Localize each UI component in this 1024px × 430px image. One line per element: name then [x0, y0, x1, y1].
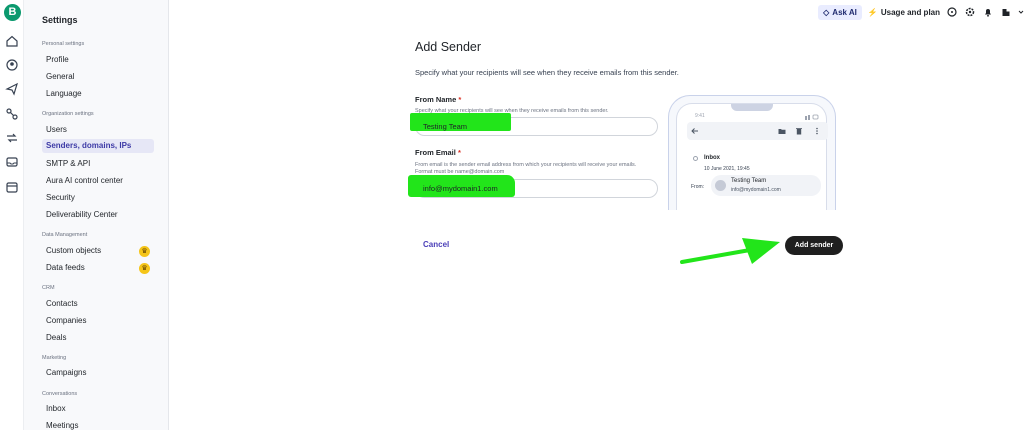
- sidebar-item-smtp-api[interactable]: SMTP & API: [42, 157, 154, 171]
- preview-date: 10 June 2021, 19:45: [704, 166, 750, 172]
- green-arrow-annotation: [680, 238, 780, 264]
- from-email-label: From Email *: [415, 148, 461, 157]
- brevo-logo[interactable]: B: [4, 4, 21, 21]
- sidebar-item-meetings[interactable]: Meetings: [42, 419, 154, 430]
- phone-notch: [731, 104, 773, 111]
- avatar: [715, 180, 726, 191]
- crown-icon: ♛: [139, 263, 150, 274]
- settings-sidebar: Settings Personal settings Profile Gener…: [24, 0, 169, 430]
- contacts-icon[interactable]: [5, 58, 19, 72]
- section-data-management: Data Management: [42, 232, 88, 238]
- section-conversations: Conversations: [42, 391, 78, 397]
- page-title: Add Sender: [415, 40, 482, 54]
- home-icon[interactable]: [5, 34, 19, 48]
- crown-icon: ♛: [139, 246, 150, 257]
- preview-sender-name: Testing Team: [731, 178, 767, 184]
- sidebar-item-inbox[interactable]: Inbox: [42, 402, 154, 416]
- phone-screen: 9:41 Inbox 10 June 2021, 19:45 From: Tes…: [676, 103, 828, 210]
- sparkle-icon: ◇: [823, 7, 830, 17]
- from-name-value: Testing Team: [423, 122, 468, 131]
- sidebar-item-label: Data feeds: [46, 263, 85, 272]
- sidebar-item-deals[interactable]: Deals: [42, 331, 154, 345]
- usage-label: Usage and plan: [880, 7, 940, 17]
- sidebar-item-deliverability[interactable]: Deliverability Center: [42, 208, 154, 222]
- usage-and-plan-button[interactable]: ⚡ Usage and plan: [868, 8, 940, 17]
- email-preview-phone: 9:41 Inbox 10 June 2021, 19:45 From: Tes…: [668, 95, 836, 210]
- phone-status-icons: [805, 113, 819, 121]
- from-name-label: From Name *: [415, 95, 462, 104]
- calendar-icon[interactable]: [5, 180, 19, 194]
- sidebar-item-general[interactable]: General: [42, 70, 154, 84]
- sidebar-title: Settings: [42, 15, 78, 25]
- activity-icon: ⚡: [867, 7, 878, 17]
- settings-icon[interactable]: [964, 6, 976, 18]
- sidebar-item-data-feeds[interactable]: Data feeds ♛: [42, 261, 154, 275]
- icon-rail: B: [0, 0, 24, 430]
- section-crm: CRM: [42, 285, 55, 291]
- sidebar-item-senders[interactable]: Senders, domains, IPs: [42, 139, 154, 153]
- ask-ai-button[interactable]: ◇ Ask AI: [818, 4, 862, 20]
- send-icon[interactable]: [5, 82, 19, 96]
- section-personal-settings: Personal settings: [42, 41, 85, 47]
- preview-sender-email: info@mydomain1.com: [731, 187, 781, 193]
- ask-ai-label: Ask AI: [832, 7, 857, 17]
- help-icon[interactable]: [946, 6, 958, 18]
- sidebar-item-companies[interactable]: Companies: [42, 314, 154, 328]
- radio-icon: [693, 156, 698, 161]
- phone-toolbar: [687, 122, 828, 140]
- cancel-button[interactable]: Cancel: [423, 240, 449, 249]
- chevron-down-icon[interactable]: [1018, 6, 1024, 18]
- phone-time: 9:41: [695, 113, 705, 119]
- sidebar-item-label: Custom objects: [46, 246, 102, 255]
- conversations-icon[interactable]: [5, 131, 19, 145]
- preview-from-label: From:: [691, 184, 705, 190]
- inbox-icon[interactable]: [5, 155, 19, 169]
- from-email-help: From email is the sender email address f…: [415, 162, 637, 175]
- sidebar-item-aura-ai[interactable]: Aura AI control center: [42, 174, 154, 188]
- more-vertical-icon: [813, 127, 821, 135]
- sidebar-item-profile[interactable]: Profile: [42, 53, 154, 67]
- sidebar-item-users[interactable]: Users: [42, 123, 154, 137]
- folder-icon: [778, 127, 786, 135]
- bell-icon[interactable]: [982, 6, 994, 18]
- page-description: Specify what your recipients will see wh…: [415, 68, 679, 77]
- building-icon[interactable]: [1000, 6, 1012, 18]
- automation-icon[interactable]: [5, 107, 19, 121]
- from-email-value: info@mydomain1.com: [423, 184, 498, 193]
- add-sender-button[interactable]: Add sender: [785, 236, 843, 255]
- sidebar-item-custom-objects[interactable]: Custom objects ♛: [42, 244, 154, 258]
- back-arrow-icon: [691, 127, 699, 135]
- top-bar: ◇ Ask AI ⚡ Usage and plan: [818, 4, 1024, 20]
- section-marketing: Marketing: [42, 355, 67, 361]
- trash-icon: [795, 127, 803, 135]
- section-organization-settings: Organization settings: [42, 111, 94, 117]
- sidebar-item-security[interactable]: Security: [42, 191, 154, 205]
- sidebar-item-campaigns[interactable]: Campaigns: [42, 366, 154, 380]
- sidebar-item-contacts[interactable]: Contacts: [42, 297, 154, 311]
- sidebar-item-language[interactable]: Language: [42, 87, 154, 101]
- preview-sender-chip: Testing Team info@mydomain1.com: [711, 175, 821, 196]
- preview-folder: Inbox: [704, 155, 720, 161]
